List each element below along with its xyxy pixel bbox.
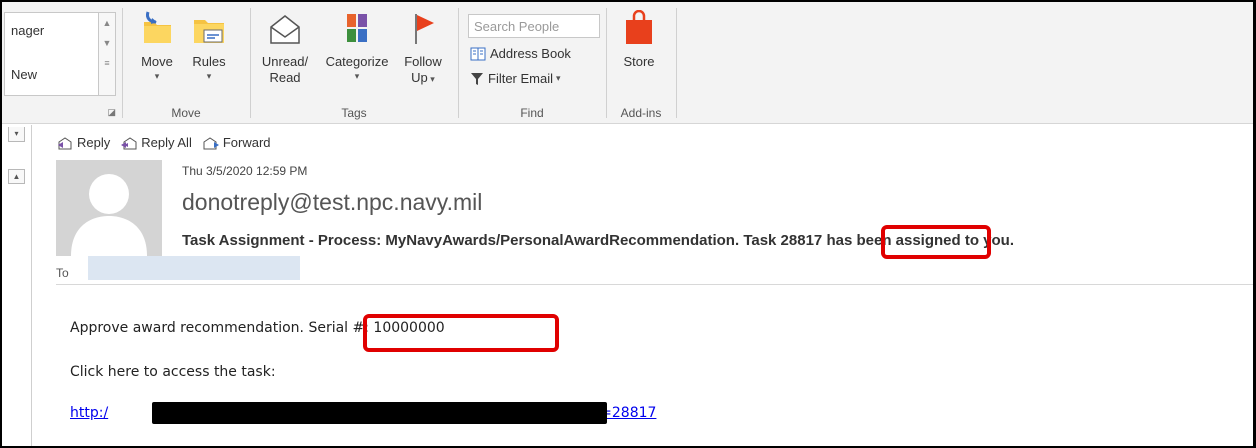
- quick-steps-gallery: nager New ▲ ▼ ≡: [4, 12, 116, 96]
- envelope-open-icon: [270, 15, 300, 44]
- categorize-icon: [347, 14, 367, 42]
- reply-all-label: Reply All: [141, 135, 192, 150]
- move-button[interactable]: Move ▾: [134, 10, 180, 82]
- move-folder-icon: [144, 11, 171, 43]
- to-label: To: [56, 266, 69, 280]
- move-label: Move: [141, 54, 173, 69]
- link-start[interactable]: http:/: [70, 405, 108, 421]
- tags-group: Unread/ Read Categorize ▾ Follow Up ▾ Ta…: [250, 2, 458, 124]
- reply-icon: [58, 136, 72, 149]
- chevron-down-icon: ▾: [154, 71, 160, 81]
- scroll-up-icon[interactable]: ▲: [99, 13, 115, 33]
- store-label: Store: [623, 54, 655, 69]
- categorize-label: Categorize: [325, 54, 389, 69]
- filter-icon: [471, 72, 483, 85]
- reply-all-icon: [121, 136, 137, 149]
- header-divider: [56, 284, 1253, 285]
- chevron-down-icon: ▾: [206, 71, 212, 81]
- folder-pane-edge: ▾ ▲: [2, 125, 32, 446]
- address-book-icon: [470, 47, 486, 60]
- store-button[interactable]: Store: [616, 10, 662, 70]
- flag-icon: [415, 14, 434, 44]
- approve-text: Approve award recommendation.: [70, 320, 304, 336]
- quick-step-item[interactable]: nager: [11, 23, 44, 38]
- person-silhouette-icon: [71, 174, 147, 256]
- scroll-up-icon[interactable]: ▲: [8, 169, 25, 184]
- dropdown-chevron-icon[interactable]: ▾: [8, 127, 25, 142]
- message-sender[interactable]: donotreply@test.npc.navy.mil: [182, 189, 482, 216]
- follow-up-button[interactable]: Follow Up ▾: [398, 10, 448, 87]
- move-group: Move ▾ Rules ▾ Move ◪: [122, 2, 250, 124]
- chevron-down-icon: ▾: [556, 73, 561, 83]
- filter-email-label: Filter Email: [488, 71, 554, 86]
- forward-button[interactable]: Forward: [202, 135, 271, 150]
- gallery-more-icon[interactable]: ≡: [99, 53, 115, 73]
- addins-group: Store Add-ins: [606, 2, 676, 124]
- recipient-field[interactable]: [88, 256, 300, 280]
- address-book-button[interactable]: Address Book: [470, 46, 571, 61]
- redaction-bar: [152, 402, 607, 424]
- address-book-label: Address Book: [490, 46, 571, 61]
- chevron-down-icon: ▾: [354, 71, 360, 81]
- filter-email-button[interactable]: Filter Email ▾: [470, 71, 561, 86]
- quick-step-item[interactable]: New: [11, 67, 37, 82]
- quick-steps-group: nager New ▲ ▼ ≡ ◪: [2, 2, 120, 124]
- forward-label: Forward: [222, 135, 271, 150]
- categorize-button[interactable]: Categorize ▾: [320, 10, 394, 82]
- follow-label: Follow: [404, 54, 442, 69]
- task-id-highlight: [881, 225, 991, 259]
- up-label: Up: [411, 70, 428, 85]
- rules-folder-icon: [194, 20, 224, 43]
- group-label: Find: [520, 106, 544, 120]
- read-label: Read: [269, 70, 301, 85]
- outlook-window: nager New ▲ ▼ ≡ ◪ Move ▾ Rules ▾ Move Un…: [0, 0, 1256, 448]
- store-icon: [626, 10, 652, 44]
- message-date: Thu 3/5/2020 12:59 PM: [182, 164, 308, 178]
- reply-button[interactable]: Reply: [56, 135, 110, 150]
- forward-icon: [203, 136, 219, 149]
- group-divider: [676, 8, 677, 118]
- dialog-launcher-icon[interactable]: ◪: [107, 107, 116, 118]
- body-line-click: Click here to access the task:: [70, 364, 276, 380]
- group-label: Move: [171, 106, 201, 120]
- scroll-down-icon[interactable]: ▼: [99, 33, 115, 53]
- unread-label: Unread/: [261, 54, 309, 69]
- ribbon: nager New ▲ ▼ ≡ ◪ Move ▾ Rules ▾ Move Un…: [2, 2, 1253, 124]
- search-people-input[interactable]: Search People: [468, 14, 600, 38]
- subject-prefix: Task Assignment - Process: MyNavyAwards/…: [182, 232, 740, 249]
- serial-highlight: [363, 314, 559, 352]
- reply-label: Reply: [77, 135, 111, 150]
- message-actions: Reply Reply All Forward: [56, 135, 271, 150]
- group-label: Tags: [341, 106, 367, 120]
- unread-read-button[interactable]: Unread/ Read: [256, 10, 314, 86]
- gallery-scrollbar[interactable]: ▲ ▼ ≡: [98, 13, 115, 95]
- subject-task-id: Task 28817: [743, 232, 823, 249]
- rules-label: Rules: [192, 54, 226, 69]
- sender-avatar: [56, 160, 162, 256]
- group-label: Add-ins: [620, 106, 662, 120]
- reply-all-button[interactable]: Reply All: [120, 135, 192, 150]
- rules-button[interactable]: Rules ▾: [186, 10, 232, 82]
